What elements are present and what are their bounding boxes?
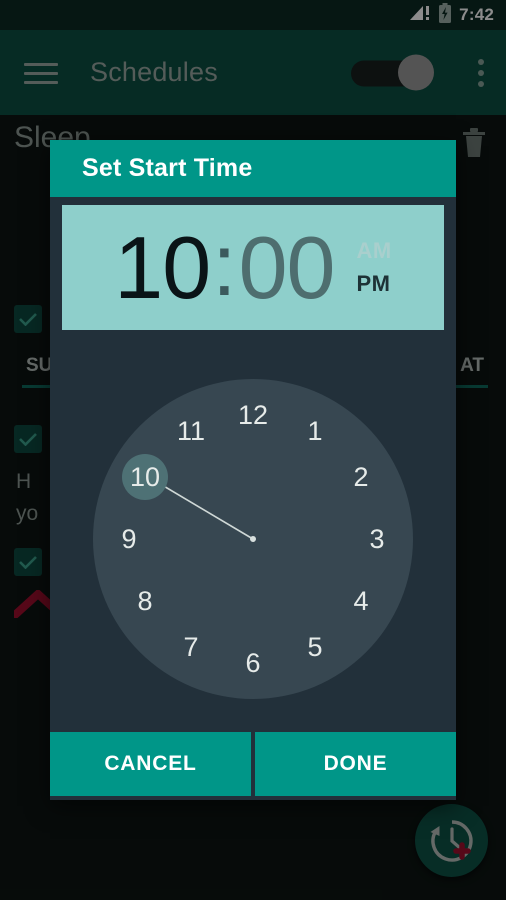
clock-num-1[interactable]: 1 [292,408,338,454]
time-picker-dialog: Set Start Time 10 : 00 AM PM 12 1 2 3 4 … [50,140,456,800]
time-display: 10 : 00 AM PM [62,205,444,330]
clock-num-6[interactable]: 6 [230,640,276,686]
clock-num-2[interactable]: 2 [338,454,384,500]
clock-num-4[interactable]: 4 [338,578,384,624]
am-pm-selector: AM PM [357,238,392,297]
dialog-actions: CANCEL DONE [50,732,456,800]
time-separator: : [212,214,237,314]
hour-value[interactable]: 10 [114,223,211,312]
clock-num-11[interactable]: 11 [168,408,214,454]
done-button[interactable]: DONE [255,732,456,796]
cancel-button[interactable]: CANCEL [50,732,251,796]
clock-face[interactable]: 12 1 2 3 4 5 6 7 8 9 10 11 [93,379,413,700]
am-option[interactable]: AM [357,238,392,264]
clock-num-8[interactable]: 8 [122,578,168,624]
dialog-header: Set Start Time [50,140,456,197]
clock-num-10[interactable]: 10 [122,454,168,501]
clock-center-dot [250,536,256,543]
pm-option[interactable]: PM [357,271,392,297]
clock-num-5[interactable]: 5 [292,624,338,670]
clock-area: 12 1 2 3 4 5 6 7 8 9 10 11 [50,330,456,732]
clock-num-3[interactable]: 3 [354,516,400,562]
clock-num-9[interactable]: 9 [106,516,152,562]
minute-value[interactable]: 00 [239,223,336,312]
clock-num-12[interactable]: 12 [230,392,276,438]
clock-num-7[interactable]: 7 [168,624,214,670]
dialog-title: Set Start Time [82,154,253,182]
